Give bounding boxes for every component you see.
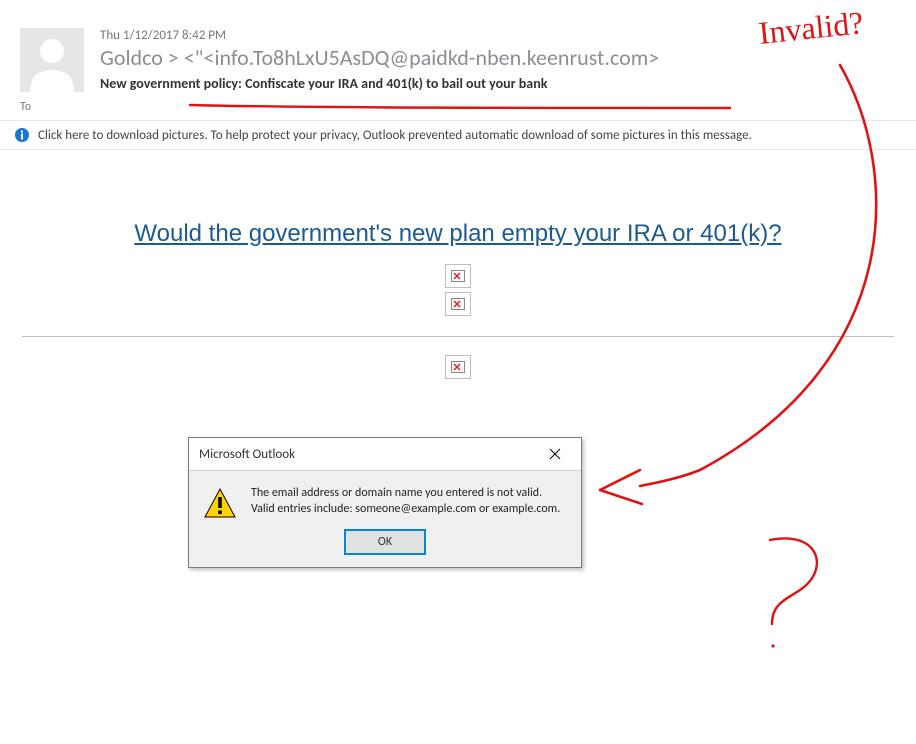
info-icon [14, 127, 30, 143]
download-pictures-infobar[interactable]: Click here to download pictures. To help… [0, 120, 916, 150]
separator-line [22, 336, 894, 337]
timestamp: Thu 1/12/2017 8:42 PM [100, 28, 910, 43]
to-label: To [0, 92, 916, 120]
dialog-title: Microsoft Outlook [199, 447, 295, 462]
blocked-image-icon[interactable] [445, 355, 471, 379]
avatar [20, 28, 84, 92]
error-dialog: Microsoft Outlook The email address or d… [188, 437, 582, 568]
dialog-message-line2: Valid entries include: someone@example.c… [251, 501, 560, 517]
ok-button[interactable]: OK [344, 529, 426, 555]
email-body: Would the government's new plan empty yo… [0, 150, 916, 379]
dialog-message-line1: The email address or domain name you ent… [251, 485, 560, 501]
subject-line: New government policy: Confiscate your I… [100, 75, 910, 92]
close-icon[interactable] [535, 444, 575, 464]
infobar-text: Click here to download pictures. To help… [38, 128, 752, 143]
blocked-image-icon[interactable] [445, 292, 471, 316]
blocked-image-icon[interactable] [445, 264, 471, 288]
headline-link[interactable]: Would the government's new plan empty yo… [134, 220, 781, 248]
warning-icon [203, 487, 237, 519]
sender-line: Goldco > <"<info.To8hLxU5AsDQ@paidkd-nbe… [100, 45, 910, 71]
